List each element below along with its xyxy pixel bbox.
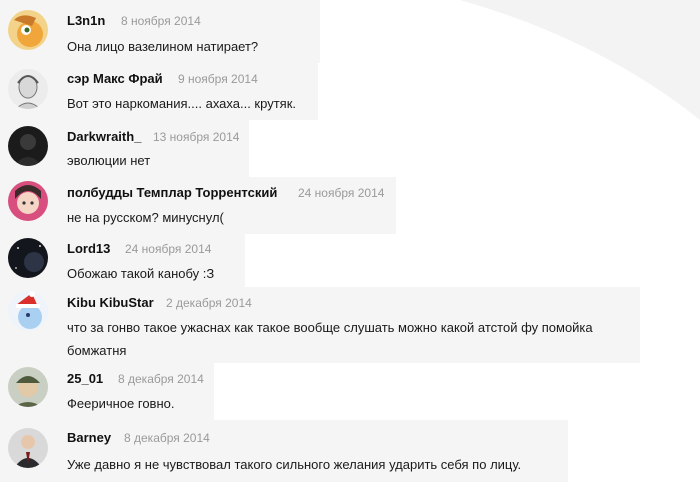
pony-avatar[interactable] [8,10,48,50]
comment-author[interactable]: 25_01 [67,371,103,386]
comment-date: 8 ноября 2014 [121,14,201,28]
comment-text: эволюции нет [67,153,151,168]
comment-author[interactable]: Barney [67,430,111,445]
comment-author[interactable]: Lord13 [67,241,110,256]
comment-item: сэр Макс Фрай 9 ноября 2014 Вот это нарк… [0,63,318,120]
comment-author[interactable]: полбудды Темплар Торрентский [67,185,277,200]
comment-text: не на русском? минуснул( [67,210,224,225]
comment-date: 9 ноября 2014 [178,72,258,86]
comment-item: Kibu KibuStar 2 декабря 2014 что за гонв… [0,287,640,363]
comment-text: Она лицо вазелином натирает? [67,39,259,54]
comment-item: Darkwraith_ 13 ноября 2014 эволюции нет [0,120,249,177]
comment-date: 8 декабря 2014 [124,431,210,445]
soldier-avatar[interactable] [8,367,48,407]
comment-text-continued: бомжатня [67,343,127,358]
space-avatar[interactable] [8,238,48,278]
sketch-portrait-avatar[interactable] [8,69,48,109]
anime-girl-avatar[interactable] [8,181,48,221]
comment-date: 24 ноября 2014 [125,242,212,256]
comment-author[interactable]: L3n1n [67,13,105,28]
comment-author[interactable]: сэр Макс Фрай [67,71,163,86]
santa-pony-avatar[interactable] [8,291,48,331]
dark-figure-avatar[interactable] [8,126,48,166]
comment-item: 25_01 8 декабря 2014 Фееричное говно. [0,363,214,420]
comment-author[interactable]: Darkwraith_ [67,129,141,144]
comment-item: Barney 8 декабря 2014 Уже давно я не чув… [0,420,568,482]
comment-date: 2 декабря 2014 [166,296,252,310]
comment-text: Вот это наркомания.... ахаха... крутяк. [67,96,296,111]
comment-date: 24 ноября 2014 [298,186,385,200]
suit-man-avatar[interactable] [8,428,48,468]
comment-date: 8 декабря 2014 [118,372,204,386]
comment-text: что за гонво такое ужаснах как такое воо… [67,320,593,335]
comment-item: L3n1n 8 ноября 2014 Она лицо вазелином н… [0,0,320,63]
comment-text: Уже давно я не чувствовал такого сильног… [67,457,522,472]
comment-item: Lord13 24 ноября 2014 Обожаю такой каноб… [0,234,245,287]
comment-date: 13 ноября 2014 [153,130,240,144]
comment-author[interactable]: Kibu KibuStar [67,295,154,310]
comment-text: Фееричное говно. [67,396,175,411]
comment-item: полбудды Темплар Торрентский 24 ноября 2… [0,177,396,234]
comment-text: Обожаю такой канобу :З [67,266,215,281]
comment-list: L3n1n 8 ноября 2014 Она лицо вазелином н… [0,0,700,500]
